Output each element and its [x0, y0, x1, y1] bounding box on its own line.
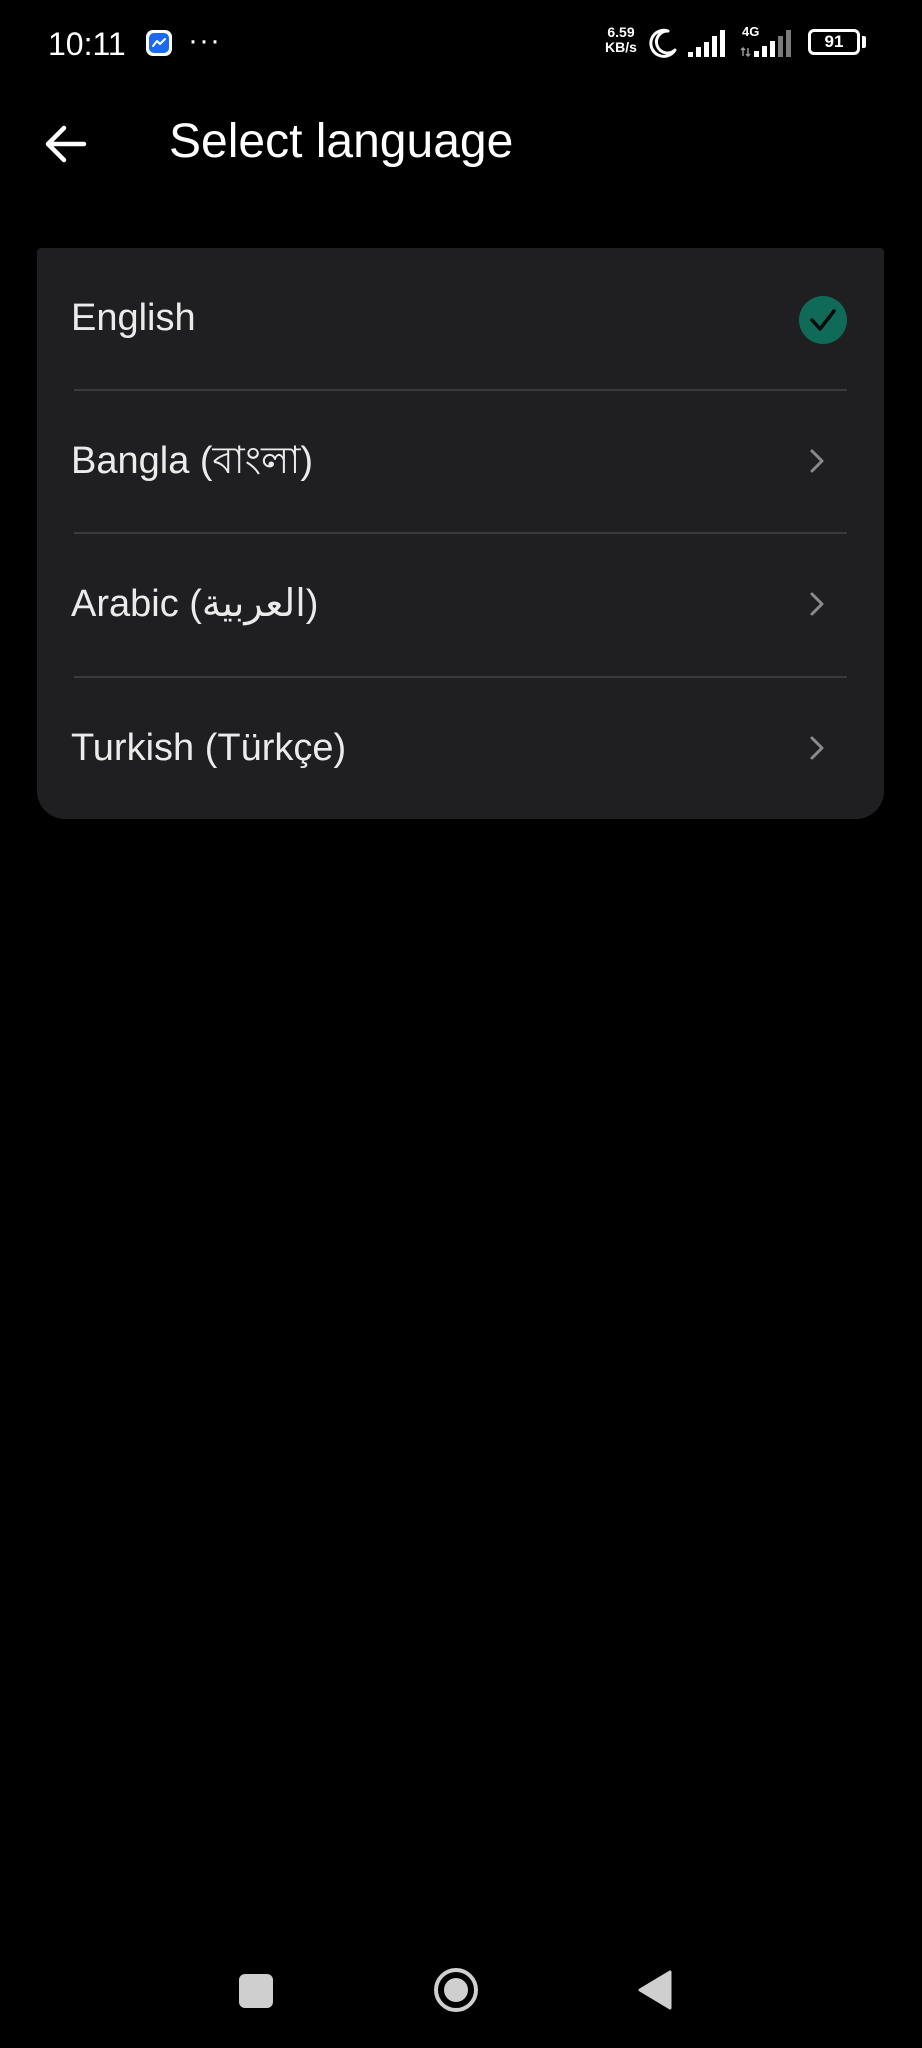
language-label: Arabic (العربية) — [71, 583, 319, 625]
recents-button[interactable] — [239, 1974, 273, 2008]
language-item-english[interactable]: English — [37, 248, 884, 388]
battery-cap — [862, 36, 866, 48]
battery-icon: 91 — [808, 29, 860, 55]
network-speed-unit: KB/s — [605, 39, 637, 55]
chevron-right-icon — [810, 449, 824, 473]
back-button[interactable] — [34, 110, 98, 174]
language-item-turkish[interactable]: Turkish (Türkçe) — [37, 678, 884, 818]
check-circle-icon — [799, 296, 847, 344]
language-label: Bangla (বাংলা) — [71, 440, 314, 482]
language-item-arabic[interactable]: Arabic (العربية) — [37, 534, 884, 674]
back-triangle-icon — [638, 1970, 672, 2010]
nav-back-button[interactable] — [636, 1968, 674, 2012]
status-bar: 10:11 ··· 6.59 KB/s 4G 91 — [0, 0, 922, 86]
language-list: English Bangla (বাংলা) Arabic (العربية) … — [37, 248, 884, 819]
signal-icon — [688, 30, 725, 57]
chevron-right-icon — [810, 592, 824, 616]
moon-icon — [649, 28, 677, 58]
language-label: English — [71, 297, 196, 339]
more-dots-icon: ··· — [188, 24, 221, 57]
home-icon — [434, 1968, 478, 2012]
messenger-icon — [146, 30, 172, 56]
network-speed: 6.59 KB/s — [600, 25, 642, 55]
signal-icon — [740, 30, 791, 58]
home-button[interactable] — [432, 1966, 480, 2014]
status-time: 10:11 — [48, 26, 126, 62]
network-speed-value: 6.59 — [607, 24, 635, 40]
language-item-bangla[interactable]: Bangla (বাংলা) — [37, 391, 884, 531]
language-label: Turkish (Türkçe) — [71, 727, 347, 769]
chevron-right-icon — [810, 736, 824, 760]
battery-level: 91 — [824, 32, 844, 51]
arrow-left-icon — [45, 125, 87, 163]
page-title: Select language — [169, 115, 514, 168]
